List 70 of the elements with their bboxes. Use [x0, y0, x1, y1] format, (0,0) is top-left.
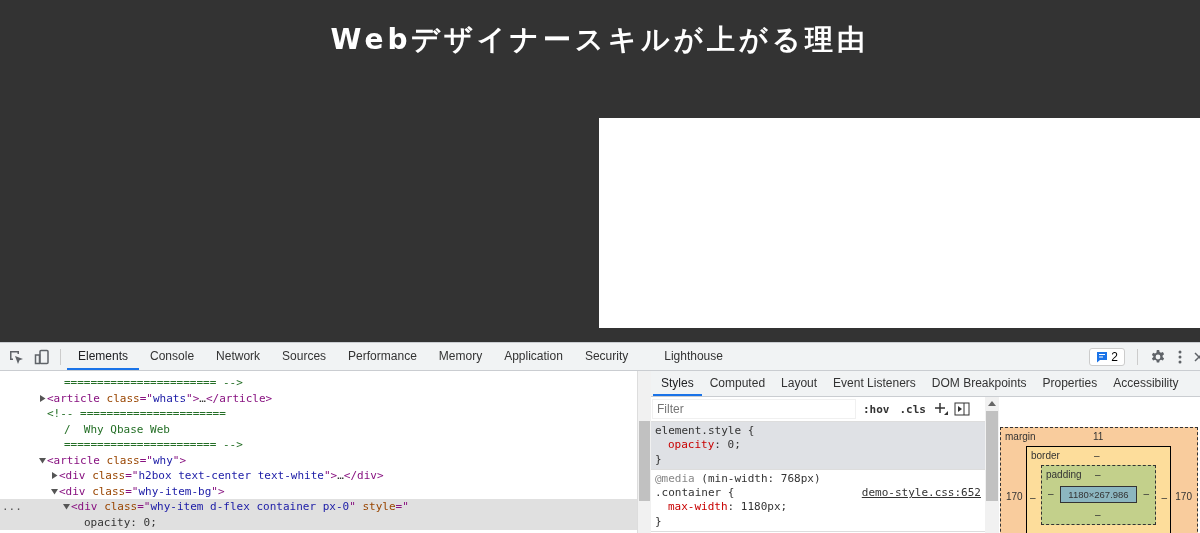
source-link[interactable]: demo-style.css:652 — [861, 486, 981, 501]
padding-label: padding — [1046, 469, 1082, 480]
margin-label: margin — [1005, 431, 1036, 442]
filter-field[interactable]: Filter — [653, 400, 855, 418]
element-tag[interactable]: <div class="h2box text-center text-white">…</div> — [59, 468, 384, 484]
sidebar-tab[interactable]: Properties — [1034, 371, 1106, 396]
closing-brace: } — [655, 514, 662, 530]
scrollbar-thumb[interactable] — [639, 421, 650, 501]
sidebar-tab[interactable]: DOM Breakpoints — [923, 371, 1035, 396]
add-rule-icon[interactable] — [934, 402, 948, 416]
expanded-arrow-icon[interactable] — [63, 503, 70, 511]
panel-tab[interactable]: Application — [493, 343, 574, 370]
toggle-button[interactable]: :hov — [861, 402, 892, 416]
panel-tab[interactable]: Performance — [337, 343, 428, 370]
css-selector: .container { — [655, 486, 735, 501]
code-comment: <!-- ====================== — [47, 406, 226, 422]
element-tag[interactable]: <div class="why-item d-flex container px-0" style=" — [71, 499, 409, 515]
collapsed-arrow-icon[interactable] — [39, 394, 46, 402]
inspect-icon[interactable] — [8, 348, 24, 365]
element-tag[interactable]: <article class="why"> — [47, 452, 187, 468]
more-options-icon[interactable] — [1178, 349, 1182, 364]
border-value: – — [1161, 492, 1167, 503]
close-icon[interactable] — [1194, 351, 1200, 362]
expanded-arrow-icon[interactable] — [51, 487, 58, 495]
panel-tab[interactable]: Elements — [67, 343, 140, 370]
sidebar-tab[interactable]: Layout — [773, 371, 826, 396]
scrollbar-thumb[interactable] — [986, 411, 998, 501]
panel-tab[interactable]: Sources — [271, 343, 338, 370]
row-menu-icon[interactable]: ... — [2, 499, 22, 515]
media-query: @media (min-width: 768px) — [655, 471, 821, 487]
device-toolbar-icon[interactable] — [34, 348, 50, 365]
border-label: border — [1031, 450, 1060, 461]
margin-value: 11 — [1093, 431, 1104, 442]
code-comment: ======================= --> — [64, 375, 243, 391]
issues-badge[interactable]: 2 — [1089, 347, 1125, 366]
closing-brace: } — [655, 452, 662, 467]
css-selector: element.style { — [655, 424, 755, 439]
style-attribute-text: opacity: 0; — [84, 514, 157, 530]
message-icon — [1096, 350, 1109, 363]
toggle-button[interactable]: .cls — [897, 402, 928, 416]
settings-icon[interactable] — [1150, 348, 1166, 365]
code-comment: / Why Qbase Web — [64, 421, 170, 437]
padding-value: – — [1143, 488, 1149, 499]
code-comment: ======================= --> — [64, 437, 243, 453]
padding-value: – — [1095, 509, 1101, 520]
sidebar-tab[interactable]: Event Listeners — [825, 371, 924, 396]
padding-value: – — [1048, 488, 1054, 499]
border-value: – — [1030, 492, 1036, 503]
margin-value: 170 — [1175, 491, 1192, 502]
element-tag[interactable]: <article class="whats">…</article> — [47, 390, 273, 406]
css-declaration: opacity: 0; — [668, 438, 741, 453]
sidebar-tab[interactable]: Accessibility — [1105, 371, 1187, 396]
border-value: – — [1094, 450, 1100, 461]
panel-tab[interactable]: Lighthouse — [653, 343, 734, 370]
scroll-up-arrow-icon[interactable] — [988, 401, 996, 406]
panel-tab[interactable]: Memory — [427, 343, 494, 370]
panel-tab[interactable]: Security — [573, 343, 640, 370]
css-declaration: max-width: 1180px; — [668, 500, 788, 515]
padding-value: – — [1095, 469, 1101, 480]
element-tag[interactable]: <div class="why-item-bg"> — [59, 483, 225, 499]
collapsed-arrow-icon[interactable] — [51, 472, 58, 480]
panel-tab[interactable]: Network — [205, 343, 272, 370]
content-size: 1180×267.986 — [1060, 486, 1137, 503]
sidebar-tab[interactable]: Computed — [701, 371, 774, 396]
page-heading: Webデザイナースキルが上がる理由 — [330, 22, 870, 58]
margin-value: 170 — [1006, 491, 1023, 502]
sidebar-tab[interactable]: Styles — [653, 371, 702, 396]
panel-tab[interactable]: Console — [139, 343, 206, 370]
sidebar-toggle-icon[interactable] — [954, 402, 970, 416]
expanded-arrow-icon[interactable] — [39, 456, 46, 464]
